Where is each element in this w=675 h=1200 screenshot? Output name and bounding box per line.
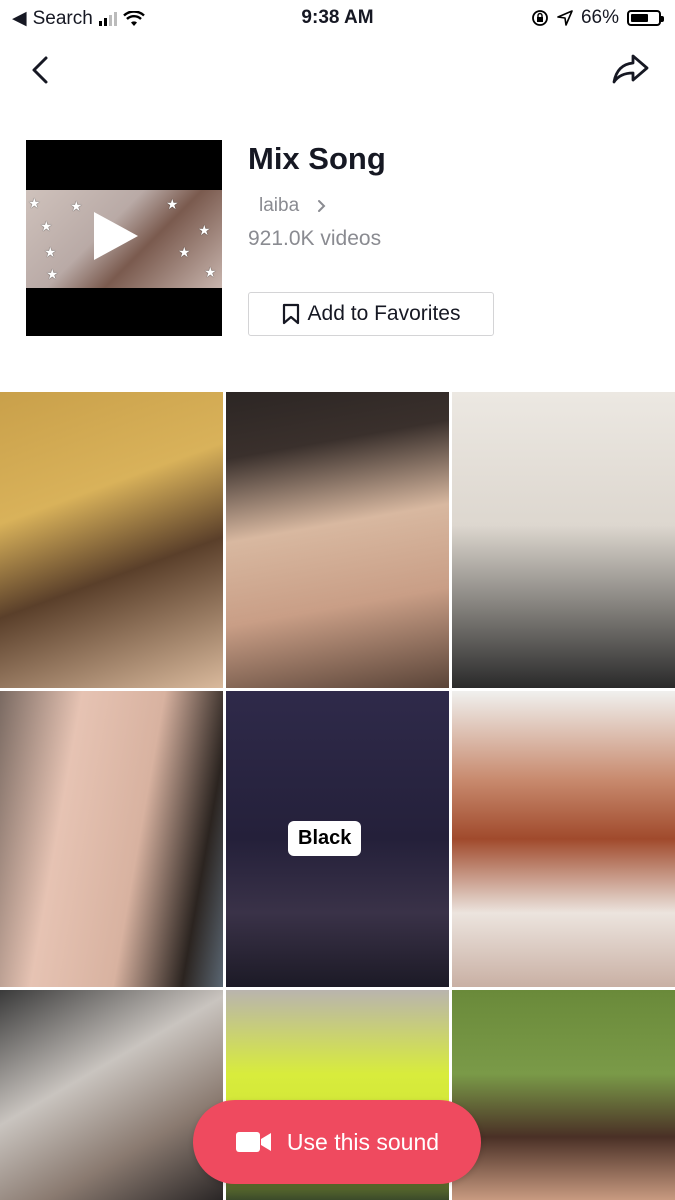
use-this-sound-button[interactable]: Use this sound: [193, 1100, 481, 1184]
sound-title: Mix Song: [248, 141, 386, 176]
video-count: 921.0K videos: [248, 227, 382, 250]
star-decoration-icon: ★: [70, 198, 83, 214]
battery-fill: [631, 14, 649, 22]
video-tile[interactable]: [226, 392, 449, 688]
nav-bar: [0, 44, 675, 94]
star-decoration-icon: ★: [40, 218, 53, 234]
sound-cover-thumbnail[interactable]: ★ ★ ★ ★ ★ ★ ★ ★ ★: [26, 140, 222, 336]
star-decoration-icon: ★: [166, 196, 179, 212]
star-decoration-icon: ★: [44, 244, 57, 260]
bookmark-icon: [282, 303, 299, 325]
use-this-sound-label: Use this sound: [286, 1128, 440, 1155]
sound-author-link[interactable]: laiba: [259, 195, 327, 217]
video-tile[interactable]: [452, 392, 675, 688]
chevron-right-icon[interactable]: [317, 199, 327, 213]
star-decoration-icon: ★: [204, 264, 217, 280]
battery-icon: [627, 10, 664, 26]
video-camera-icon: [235, 1132, 271, 1152]
star-decoration-icon: ★: [46, 266, 59, 282]
video-tile[interactable]: [0, 691, 223, 987]
video-tile[interactable]: [0, 990, 223, 1200]
status-bar: ◀ Search 9:38 AM 66%: [0, 0, 675, 36]
author-name[interactable]: laiba: [259, 195, 299, 217]
share-icon[interactable]: [611, 50, 651, 86]
status-right: 66%: [531, 7, 664, 29]
battery-percent: 66%: [580, 7, 619, 28]
back-arrow-icon[interactable]: [24, 50, 60, 86]
star-decoration-icon: ★: [178, 244, 191, 260]
video-tile[interactable]: Black: [226, 691, 449, 987]
star-decoration-icon: ★: [28, 195, 41, 211]
text-sticker: Black: [288, 821, 362, 856]
star-decoration-icon: ★: [198, 222, 211, 238]
video-grid: Black: [0, 392, 675, 1200]
play-icon[interactable]: [94, 212, 138, 260]
video-tile[interactable]: [452, 990, 675, 1200]
video-tile[interactable]: [0, 392, 223, 688]
location-icon: [557, 10, 573, 26]
add-to-favorites-button[interactable]: Add to Favorites: [248, 292, 494, 336]
add-to-favorites-label: Add to Favorites: [307, 302, 461, 325]
rotation-lock-icon: [532, 10, 548, 26]
video-tile[interactable]: [452, 691, 675, 987]
